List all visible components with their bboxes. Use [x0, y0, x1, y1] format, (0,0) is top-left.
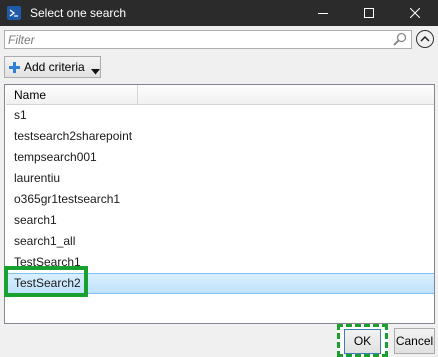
minimize-icon[interactable] [300, 0, 346, 26]
list-item[interactable]: s1 [6, 105, 434, 126]
add-criteria-label: Add criteria [24, 60, 85, 74]
list-item[interactable]: o365gr1testsearch1 [6, 189, 434, 210]
list-item[interactable]: tempsearch001 [6, 147, 434, 168]
title-bar: Select one search [0, 0, 438, 26]
list-item[interactable]: testsearch2sharepoint [6, 126, 434, 147]
column-header-filler [138, 85, 434, 105]
list-header: Name [6, 85, 434, 105]
add-criteria-button[interactable]: Add criteria [4, 56, 101, 78]
search-list: Name s1 testsearch2sharepoint tempsearch… [4, 84, 435, 324]
filter-input[interactable] [5, 31, 390, 48]
list-item[interactable]: search1 [6, 210, 434, 231]
collapse-icon[interactable] [416, 30, 434, 48]
close-icon[interactable] [392, 0, 438, 26]
list-item[interactable]: laurentiu [6, 168, 434, 189]
list-rows: s1 testsearch2sharepoint tempsearch001 l… [6, 105, 434, 294]
filter-box [4, 30, 412, 49]
list-item-selected[interactable]: TestSearch2 [6, 273, 434, 294]
column-header-name[interactable]: Name [6, 85, 138, 105]
plus-icon [8, 61, 20, 73]
cancel-button[interactable]: Cancel [394, 328, 435, 354]
list-item[interactable]: TestSearch1 [6, 252, 434, 273]
chevron-down-icon [90, 64, 100, 75]
window-title: Select one search [30, 6, 127, 20]
maximize-icon[interactable] [346, 0, 392, 26]
list-item[interactable]: search1_all [6, 231, 434, 252]
search-icon[interactable] [392, 32, 408, 47]
ok-button[interactable]: OK [344, 329, 381, 354]
powershell-icon [7, 6, 21, 20]
